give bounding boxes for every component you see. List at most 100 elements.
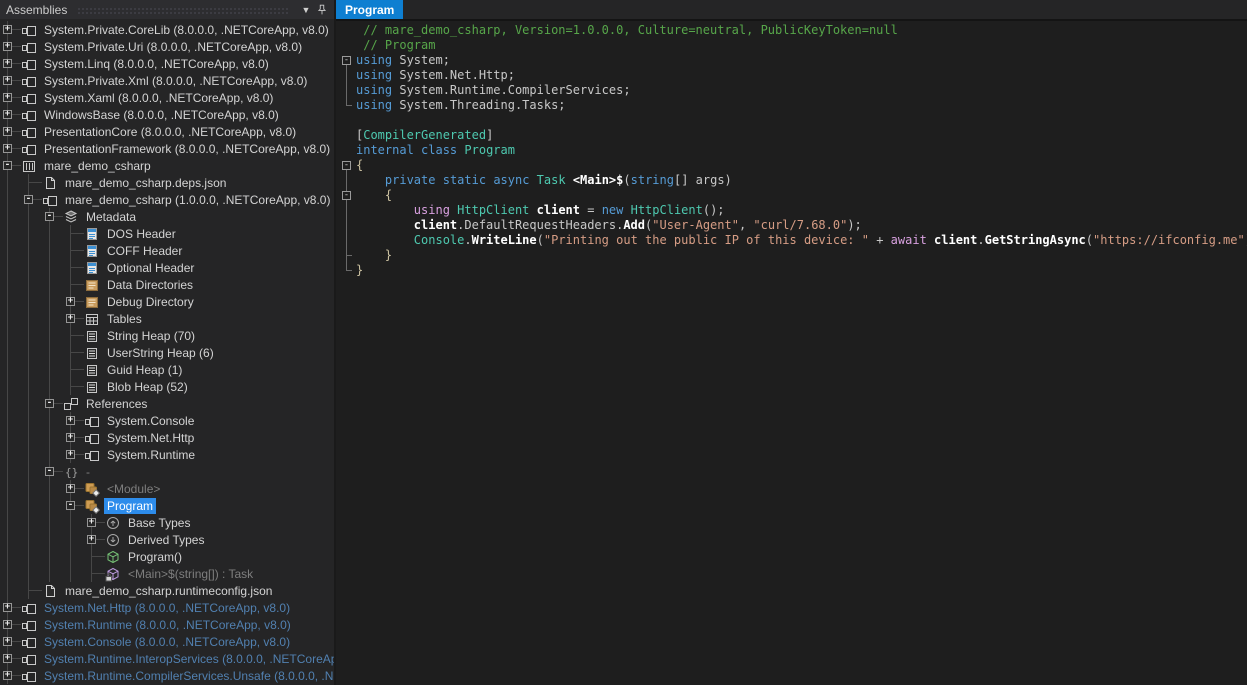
tree-guide-connector: - xyxy=(42,208,63,225)
tree-item-metadata[interactable]: -Metadata xyxy=(0,208,334,225)
tree-item-tables[interactable]: +Tables xyxy=(0,310,334,327)
tree-item-debug-directory[interactable]: +Debug Directory xyxy=(0,293,334,310)
expand-plus-icon[interactable]: + xyxy=(3,42,12,51)
tree-item-mare-demo-csharp-1-0-0-0-netcoreapp-v8-0[interactable]: -mare_demo_csharp (1.0.0.0, .NETCoreApp,… xyxy=(0,191,334,208)
code-token: using xyxy=(356,68,392,83)
tree-guide-connector xyxy=(84,548,105,565)
tree-item-base-types[interactable]: +Base Types xyxy=(0,514,334,531)
expand-plus-icon[interactable]: + xyxy=(87,518,96,527)
fold-toggle-icon[interactable]: - xyxy=(342,191,351,200)
tree-item-system-xaml-8-0-0-0-netcoreapp-v8-0[interactable]: +System.Xaml (8.0.0.0, .NETCoreApp, v8.0… xyxy=(0,89,334,106)
tree-item-blob-heap-52[interactable]: Blob Heap (52) xyxy=(0,378,334,395)
expand-plus-icon[interactable]: + xyxy=(3,59,12,68)
tree-guide-line xyxy=(42,480,63,497)
tree-guide-line xyxy=(0,429,21,446)
tree-item-system-runtime-interopservices-8-0-0-0-n[interactable]: +System.Runtime.InteropServices (8.0.0.0… xyxy=(0,650,334,667)
tree-item-userstring-heap-6[interactable]: UserString Heap (6) xyxy=(0,344,334,361)
tree-item-windowsbase-8-0-0-0-netcoreapp-v8-0[interactable]: +WindowsBase (8.0.0.0, .NETCoreApp, v8.0… xyxy=(0,106,334,123)
code-token: .DefaultRequestHeaders. xyxy=(457,218,623,233)
expand-plus-icon[interactable]: + xyxy=(3,637,12,646)
code-token: class xyxy=(421,143,457,158)
tree-item-mare-demo-csharp[interactable]: -mare_demo_csharp xyxy=(0,157,334,174)
pin-icon[interactable] xyxy=(314,2,330,18)
code-token: Program xyxy=(464,143,515,158)
expand-plus-icon[interactable]: + xyxy=(87,535,96,544)
tree-item-[interactable]: -{}- xyxy=(0,463,334,480)
code-token: // Program xyxy=(356,38,435,53)
tree-item-system-runtime-8-0-0-0-netcoreapp-v8-0[interactable]: +System.Runtime (8.0.0.0, .NETCoreApp, v… xyxy=(0,616,334,633)
tree-item-system-private-uri-8-0-0-0-netcoreapp-v8[interactable]: +System.Private.Uri (8.0.0.0, .NETCoreAp… xyxy=(0,38,334,55)
tree-item-presentationcore-8-0-0-0-netcoreapp-v8-0[interactable]: +PresentationCore (8.0.0.0, .NETCoreApp,… xyxy=(0,123,334,140)
fold-toggle-icon[interactable]: - xyxy=(342,56,351,65)
tree-item-data-directories[interactable]: Data Directories xyxy=(0,276,334,293)
code-token xyxy=(457,143,464,158)
expand-plus-icon[interactable]: + xyxy=(3,144,12,153)
tree-item-system-linq-8-0-0-0-netcoreapp-v8-0[interactable]: +System.Linq (8.0.0.0, .NETCoreApp, v8.0… xyxy=(0,55,334,72)
code-token xyxy=(356,188,385,203)
tree-item-optional-header[interactable]: Optional Header xyxy=(0,259,334,276)
tree-guide-line xyxy=(42,242,63,259)
expand-plus-icon[interactable]: + xyxy=(3,671,12,680)
code-token: client xyxy=(414,218,457,233)
expand-plus-icon[interactable]: + xyxy=(66,416,75,425)
tree-item-label: mare_demo_csharp.deps.json xyxy=(62,175,229,191)
expand-plus-icon[interactable]: + xyxy=(66,297,75,306)
fold-margin xyxy=(336,38,356,53)
fold-margin xyxy=(336,68,356,83)
expand-plus-icon[interactable]: + xyxy=(3,603,12,612)
expand-plus-icon[interactable]: + xyxy=(3,654,12,663)
tree-item-system-net-http[interactable]: +System.Net.Http xyxy=(0,429,334,446)
tree-item-system-net-http-8-0-0-0-netcoreapp-v8-0[interactable]: +System.Net.Http (8.0.0.0, .NETCoreApp, … xyxy=(0,599,334,616)
expand-plus-icon[interactable]: + xyxy=(3,620,12,629)
code-token: ( xyxy=(645,218,652,233)
tree-item-references[interactable]: -References xyxy=(0,395,334,412)
tree-guide-line xyxy=(42,446,63,463)
tree-item-module[interactable]: +<Module> xyxy=(0,480,334,497)
tree-item-mare-demo-csharp-deps-json[interactable]: mare_demo_csharp.deps.json xyxy=(0,174,334,191)
expand-plus-icon[interactable]: + xyxy=(66,314,75,323)
tree-item-label: <Main>$(string[]) : Task xyxy=(125,566,256,582)
tree-item-coff-header[interactable]: COFF Header xyxy=(0,242,334,259)
expand-plus-icon[interactable]: + xyxy=(3,93,12,102)
tree-item-system-private-corelib-8-0-0-0-netcoreap[interactable]: +System.Private.CoreLib (8.0.0.0, .NETCo… xyxy=(0,21,334,38)
assemblies-tree[interactable]: +System.Private.CoreLib (8.0.0.0, .NETCo… xyxy=(0,19,334,685)
collapse-minus-icon[interactable]: - xyxy=(45,399,54,408)
collapse-minus-icon[interactable]: - xyxy=(66,501,75,510)
tree-item-string-heap-70[interactable]: String Heap (70) xyxy=(0,327,334,344)
code-editor[interactable]: // mare_demo_csharp, Version=1.0.0.0, Cu… xyxy=(336,21,1247,685)
expand-plus-icon[interactable]: + xyxy=(66,433,75,442)
tree-guide-line xyxy=(21,446,42,463)
code-token xyxy=(356,248,385,263)
tree-item-system-private-xml-8-0-0-0-netcoreapp-v8[interactable]: +System.Private.Xml (8.0.0.0, .NETCoreAp… xyxy=(0,72,334,89)
chevron-down-icon[interactable]: ▼ xyxy=(298,2,314,18)
tree-item-system-runtime-compilerservices-unsafe-8[interactable]: +System.Runtime.CompilerServices.Unsafe … xyxy=(0,667,334,684)
tree-guide-connector: + xyxy=(0,123,21,140)
collapse-minus-icon[interactable]: - xyxy=(3,161,12,170)
expand-plus-icon[interactable]: + xyxy=(3,127,12,136)
tab-program[interactable]: Program xyxy=(336,0,403,19)
tree-item-main-string-task[interactable]: <Main>$(string[]) : Task xyxy=(0,565,334,582)
tree-item-system-console-8-0-0-0-netcoreapp-v8-0[interactable]: +System.Console (8.0.0.0, .NETCoreApp, v… xyxy=(0,633,334,650)
collapse-minus-icon[interactable]: - xyxy=(45,467,54,476)
tree-item-program[interactable]: Program() xyxy=(0,548,334,565)
expand-plus-icon[interactable]: + xyxy=(3,76,12,85)
tree-item-mare-demo-csharp-runtimeconfig-json[interactable]: mare_demo_csharp.runtimeconfig.json xyxy=(0,582,334,599)
expand-plus-icon[interactable]: + xyxy=(66,484,75,493)
code-token: ( xyxy=(1086,233,1093,248)
expand-plus-icon[interactable]: + xyxy=(3,25,12,34)
fold-margin xyxy=(336,218,356,233)
expand-plus-icon[interactable]: + xyxy=(3,110,12,119)
tree-item-presentationframework-8-0-0-0-netcoreapp[interactable]: +PresentationFramework (8.0.0.0, .NETCor… xyxy=(0,140,334,157)
tree-item-program[interactable]: -Program xyxy=(0,497,334,514)
tree-item-system-console[interactable]: +System.Console xyxy=(0,412,334,429)
tree-item-derived-types[interactable]: +Derived Types xyxy=(0,531,334,548)
collapse-minus-icon[interactable]: - xyxy=(24,195,33,204)
expand-plus-icon[interactable]: + xyxy=(66,450,75,459)
fold-toggle-icon[interactable]: - xyxy=(342,161,351,170)
tree-item-guid-heap-1[interactable]: Guid Heap (1) xyxy=(0,361,334,378)
code-token: { xyxy=(356,158,363,173)
tree-item-dos-header[interactable]: DOS Header xyxy=(0,225,334,242)
tree-item-system-runtime[interactable]: +System.Runtime xyxy=(0,446,334,463)
tree-guide-line xyxy=(21,208,42,225)
collapse-minus-icon[interactable]: - xyxy=(45,212,54,221)
